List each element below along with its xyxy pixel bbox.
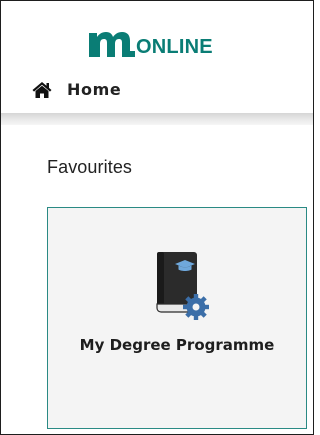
degree-book-gear-icon [156,252,209,320]
m-logo-icon [89,32,135,57]
top-nav: Home [1,71,313,111]
favourite-card-my-degree-programme[interactable]: My Degree Programme [47,207,307,429]
header-shadow-divider [1,113,313,125]
home-icon[interactable] [32,81,52,99]
app-frame: ONLINE Home Favourites My Degree Program… [0,0,314,435]
favourites-heading: Favourites [47,157,133,177]
nav-home-link[interactable]: Home [67,80,121,99]
header: ONLINE [1,1,313,73]
brand-logo[interactable]: ONLINE [87,19,213,59]
favourite-card-label: My Degree Programme [79,336,275,354]
brand-name: ONLINE [136,36,213,58]
